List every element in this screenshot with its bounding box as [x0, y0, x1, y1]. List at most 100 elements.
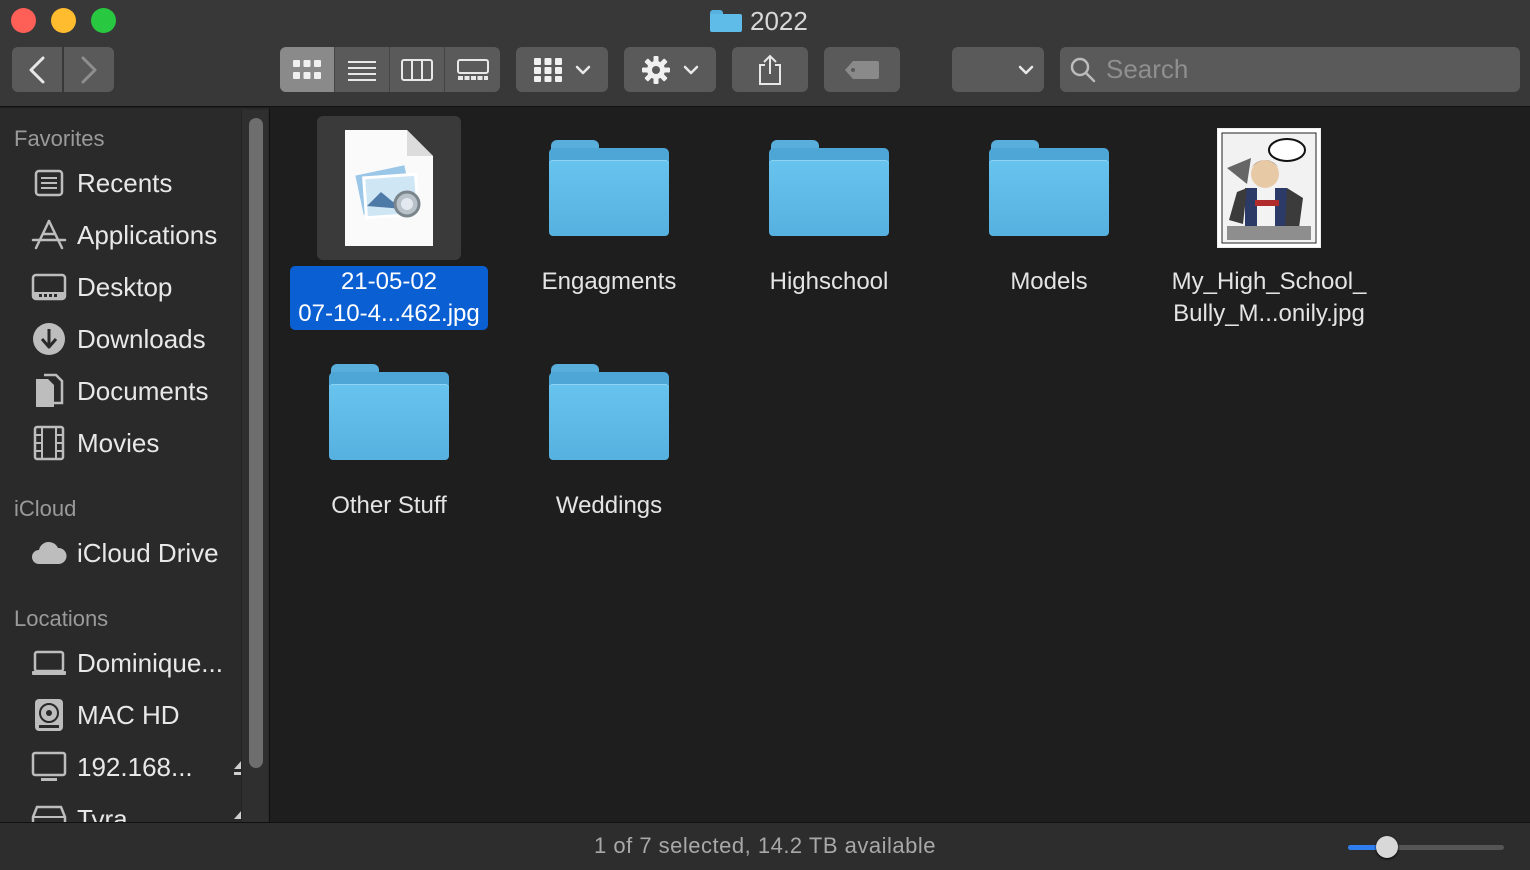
group-by-button[interactable] [516, 47, 608, 92]
file-name: Other Stuff [331, 492, 447, 519]
sidebar-item-network[interactable]: 192.168... [30, 745, 240, 789]
chevron-right-icon [81, 56, 97, 83]
tag-button[interactable] [824, 47, 900, 92]
file-name: Models [1010, 268, 1088, 295]
comic-image-thumbnail [1217, 128, 1321, 248]
view-mode-control [280, 47, 500, 92]
search-icon [1070, 57, 1096, 82]
sidebar-item-applications[interactable]: Applications [30, 213, 240, 257]
folder-thumbnail [757, 116, 901, 260]
folder-icon [989, 140, 1109, 236]
back-button[interactable] [12, 47, 62, 92]
column-view-button[interactable] [390, 47, 445, 92]
finder-window: 2022 Search Favorites Recents Applicatio… [0, 0, 1530, 870]
gallery-icon [456, 58, 489, 80]
list-icon [348, 60, 376, 81]
file-item[interactable]: 21-05-02 07-10-4...462.jpg [279, 116, 499, 330]
sidebar-scroll-thumb[interactable] [249, 118, 263, 768]
file-name: Engagments [541, 268, 677, 295]
icon-view-button[interactable] [280, 47, 335, 92]
icon-grid-icon [293, 59, 321, 79]
sidebar-item-label: Documents [77, 375, 209, 406]
chevron-left-icon [29, 56, 45, 83]
folder-icon [329, 364, 449, 460]
desktop-icon [30, 268, 68, 306]
group-grid-icon [534, 57, 562, 82]
sidebar-item-documents[interactable]: Documents [30, 369, 240, 413]
sidebar-item-label: MAC HD [77, 699, 180, 730]
jpeg-document-icon [345, 130, 433, 246]
forward-button[interactable] [64, 47, 114, 92]
sidebar-item-tyra[interactable]: Tyra [30, 797, 240, 822]
file-name: 21-05-02 07-10-4...462.jpg [290, 266, 488, 330]
folder-thumbnail [537, 116, 681, 260]
status-bar: 1 of 7 selected, 14.2 TB available [0, 822, 1530, 870]
sidebar-item-desktop[interactable]: Desktop [30, 265, 240, 309]
sidebar-item-label: Recents [77, 167, 173, 198]
window-title: 2022 [710, 6, 808, 36]
tag-icon [845, 60, 879, 79]
sidebar-item-movies[interactable]: Movies [30, 421, 240, 465]
search-field[interactable] [1060, 47, 1520, 92]
sidebar-item-label: Movies [77, 427, 160, 458]
close-window-button[interactable] [11, 8, 36, 33]
folder-thumbnail [317, 340, 461, 484]
file-grid: 21-05-02 07-10-4...462.jpg Engagments Hi… [272, 108, 1530, 822]
share-icon [759, 54, 781, 85]
cloud-icon [30, 534, 68, 572]
laptop-icon [30, 644, 68, 682]
file-item[interactable]: My_High_School_ Bully_M...onily.jpg [1159, 116, 1379, 330]
folder-icon [769, 140, 889, 236]
sidebar-item-icloud-drive[interactable]: iCloud Drive [30, 531, 240, 575]
sidebar-item-label: Dominique... [77, 647, 223, 678]
sidebar-item-label: Desktop [77, 271, 173, 302]
downloads-icon [30, 320, 68, 358]
toolbar: 2022 [0, 0, 1530, 107]
arrange-dropdown[interactable] [952, 47, 1044, 92]
action-button[interactable] [624, 47, 716, 92]
sidebar-item-mac-hd[interactable]: MAC HD [30, 693, 240, 737]
sidebar-item-downloads[interactable]: Downloads [30, 317, 240, 361]
sidebar-item-label: 192.168... [77, 751, 193, 782]
sidebar-item-label: Applications [77, 219, 218, 250]
columns-icon [401, 58, 433, 81]
folder-icon [710, 10, 742, 32]
list-view-button[interactable] [335, 47, 390, 92]
sidebar: Favorites Recents Applications Desktop D… [0, 108, 270, 822]
folder-icon [549, 140, 669, 236]
folder-thumbnail [977, 116, 1121, 260]
maximize-window-button[interactable] [91, 8, 116, 33]
sidebar-item-label: iCloud Drive [77, 537, 219, 568]
file-name: Weddings [555, 492, 663, 519]
folder-thumbnail [537, 340, 681, 484]
icon-size-slider[interactable] [1348, 836, 1504, 858]
movies-icon [30, 424, 68, 462]
applications-icon [30, 216, 68, 254]
sidebar-scrollbar[interactable] [241, 110, 268, 822]
server-icon [30, 800, 68, 822]
share-button[interactable] [732, 47, 808, 92]
icloud-heading: iCloud [14, 496, 77, 521]
gallery-view-button[interactable] [445, 47, 500, 92]
folder-item[interactable]: Models [939, 116, 1159, 298]
monitor-icon [30, 748, 68, 786]
window-title-text: 2022 [750, 5, 808, 36]
file-thumbnail [1197, 116, 1341, 260]
sidebar-item-computer[interactable]: Dominique... [30, 641, 240, 685]
minimize-window-button[interactable] [51, 8, 76, 33]
file-name: My_High_School_ Bully_M...onily.jpg [1171, 268, 1367, 327]
gear-icon [642, 55, 670, 84]
folder-item[interactable]: Engagments [499, 116, 719, 298]
folder-item[interactable]: Other Stuff [279, 340, 499, 522]
sidebar-item-label: Tyra [77, 803, 128, 823]
recents-icon [30, 164, 68, 202]
favorites-heading: Favorites [14, 126, 105, 151]
slider-knob[interactable] [1376, 836, 1398, 858]
sidebar-item-recents[interactable]: Recents [30, 161, 240, 205]
folder-item[interactable]: Weddings [499, 340, 719, 522]
status-text: 1 of 7 selected, 14.2 TB available [594, 833, 936, 858]
chevron-down-icon [1018, 65, 1034, 74]
folder-item[interactable]: Highschool [719, 116, 939, 298]
search-input[interactable] [1106, 54, 1506, 85]
disk-icon [30, 696, 68, 734]
